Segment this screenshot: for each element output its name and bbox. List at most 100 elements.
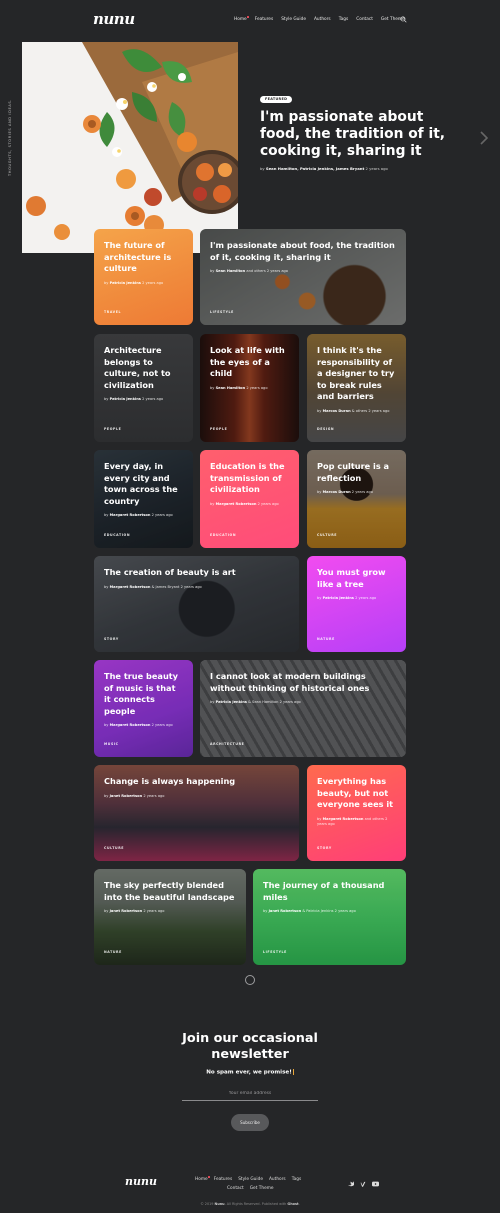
post-card-tag[interactable]: Design [317, 427, 334, 431]
nav-style-guide[interactable]: Style Guide [281, 17, 306, 22]
post-card-author[interactable]: Margaret Robertson [110, 585, 151, 589]
post-card[interactable]: Education is the transmission of civiliz… [200, 450, 299, 548]
copyright-brand[interactable]: Nunu [215, 1202, 225, 1206]
hero-image[interactable] [22, 42, 238, 253]
post-card[interactable]: Architecture belongs to culture, not to … [94, 334, 193, 442]
post-card-meta: by Margaret Robertson 2 years ago [104, 513, 173, 517]
nav-home[interactable]: Home [234, 16, 249, 22]
post-card-tag[interactable]: Music [104, 742, 119, 746]
post-card[interactable]: The future of architecture is culture by … [94, 229, 193, 325]
post-card-author[interactable]: Janet Robertson [110, 794, 143, 798]
post-card-title[interactable]: You must grow like a tree by Patricia Jen… [317, 567, 398, 601]
post-card-tag[interactable]: Nature [317, 637, 335, 641]
post-card-time: 2 years ago [257, 501, 279, 506]
post-card[interactable]: The journey of a thousand miles by Janet … [253, 869, 406, 965]
post-card[interactable]: The sky perfectly blended into the beaut… [94, 869, 246, 965]
footer-nav-style-guide[interactable]: Style Guide [238, 1177, 263, 1182]
post-card-title[interactable]: The sky perfectly blended into the beaut… [104, 880, 238, 914]
post-card-tag[interactable]: Architecture [210, 742, 244, 746]
post-card-tag[interactable]: Culture [317, 533, 337, 537]
post-card-author[interactable]: Margaret Robertson [110, 513, 151, 517]
footer-nav-home[interactable]: Home [195, 1176, 210, 1182]
hero-authors[interactable]: Sean Hamilton, Patricia Jenkins, James B… [266, 166, 364, 171]
post-card-tag[interactable]: Lifestyle [263, 950, 287, 954]
nav-features[interactable]: Features [255, 17, 273, 22]
post-card[interactable]: Change is always happening by Janet Rober… [94, 765, 299, 861]
footer-nav-authors[interactable]: Authors [269, 1177, 286, 1182]
post-card-title[interactable]: The future of architecture is culture by … [104, 240, 185, 286]
email-field[interactable] [182, 1087, 318, 1101]
footer-nav-tags[interactable]: Tags [292, 1177, 302, 1182]
post-card-tag[interactable]: Education [210, 533, 236, 537]
post-card[interactable]: I cannot look at modern buildings withou… [200, 660, 406, 757]
post-card-tag[interactable]: Culture [104, 846, 124, 850]
subscribe-button[interactable]: Subscribe [231, 1114, 269, 1131]
post-card[interactable]: Everything has beauty, but not everyone … [307, 765, 406, 861]
post-card-tag[interactable]: Education [104, 533, 130, 537]
hero-title[interactable]: I'm passionate about food, the tradition… [260, 109, 460, 160]
chevron-right-icon[interactable] [478, 131, 490, 145]
post-card-title[interactable]: I'm passionate about food, the tradition… [210, 240, 398, 274]
post-card-title[interactable]: Change is always happening by Janet Rober… [104, 776, 291, 799]
post-card[interactable]: I'm passionate about food, the tradition… [200, 229, 406, 325]
vimeo-icon[interactable] [360, 1181, 366, 1187]
post-card-title[interactable]: Architecture belongs to culture, not to … [104, 345, 185, 402]
post-card-time: & James Bryant 2 years ago [151, 584, 202, 589]
nav-tags[interactable]: Tags [339, 17, 349, 22]
twitter-icon[interactable] [348, 1181, 354, 1187]
footer-nav-contact[interactable]: Contact [227, 1186, 244, 1191]
post-card-tag[interactable]: Story [317, 846, 332, 850]
search-icon[interactable] [400, 16, 407, 23]
post-card-author[interactable]: Patricia Jenkins [110, 281, 141, 285]
post-card-tag[interactable]: People [104, 427, 121, 431]
youtube-icon[interactable] [372, 1181, 379, 1187]
post-card-title[interactable]: The creation of beauty is art by Margaret… [104, 567, 291, 590]
post-card-tag[interactable]: Nature [104, 950, 122, 954]
post-card-title[interactable]: I cannot look at modern buildings withou… [210, 671, 398, 705]
post-card[interactable]: You must grow like a tree by Patricia Jen… [307, 556, 406, 652]
post-card-title[interactable]: I think it's the responsibility of a des… [317, 345, 398, 414]
post-card[interactable]: I think it's the responsibility of a des… [307, 334, 406, 442]
load-more-icon[interactable] [245, 975, 255, 985]
nav-authors[interactable]: Authors [314, 17, 331, 22]
post-card-meta: by Janet Robertson & Patricia Jenkins 2 … [263, 909, 356, 913]
post-card-title[interactable]: Everything has beauty, but not everyone … [317, 776, 398, 827]
post-card-author[interactable]: Marcos Duran [323, 490, 351, 494]
post-card[interactable]: Pop culture is a reflection by Marcos Dur… [307, 450, 406, 548]
post-card-author[interactable]: Sean Hamilton [216, 386, 246, 390]
post-card[interactable]: Every day, in every city and town across… [94, 450, 193, 548]
post-card-title[interactable]: The true beauty of music is that it conn… [104, 671, 185, 728]
post-card-title[interactable]: Pop culture is a reflection by Marcos Dur… [317, 461, 398, 495]
post-card-title[interactable]: The journey of a thousand miles by Janet … [263, 880, 398, 914]
post-card-title[interactable]: Education is the transmission of civiliz… [210, 461, 291, 507]
post-card-title[interactable]: Look at life with the eyes of a child by … [210, 345, 291, 391]
post-card-tag[interactable]: Story [104, 637, 119, 641]
site-logo[interactable]: nunu [93, 10, 135, 28]
post-card[interactable]: Look at life with the eyes of a child by … [200, 334, 299, 442]
active-dot [247, 16, 249, 18]
post-card-author[interactable]: Janet Robertson [269, 909, 302, 913]
post-card-author[interactable]: Janet Robertson [110, 909, 143, 913]
footer-nav-get-theme[interactable]: Get Theme [250, 1186, 274, 1191]
post-card-author[interactable]: Marcos Duran [323, 409, 351, 413]
post-card-author[interactable]: Patricia Jenkins [110, 397, 141, 401]
post-card-author[interactable]: Patricia Jenkins [216, 700, 247, 704]
footer-nav-features[interactable]: Features [214, 1177, 232, 1182]
post-card-tag[interactable]: Travel [104, 310, 121, 314]
post-card-title[interactable]: Every day, in every city and town across… [104, 461, 185, 518]
post-card[interactable]: The true beauty of music is that it conn… [94, 660, 193, 757]
post-card-author[interactable]: Patricia Jenkins [323, 596, 354, 600]
post-card-author[interactable]: Margaret Robertson [110, 723, 151, 727]
ghost-link[interactable]: Ghost [287, 1202, 298, 1206]
post-card-author[interactable]: Margaret Robertson [216, 502, 257, 506]
post-card-time: 2 years ago [355, 596, 377, 600]
featured-badge[interactable]: FEATURED [260, 96, 293, 103]
post-card-tag[interactable]: Lifestyle [210, 310, 234, 314]
nav-contact[interactable]: Contact [356, 17, 373, 22]
post-card-author[interactable]: Margaret Robertson [323, 817, 364, 821]
post-card-tag[interactable]: People [210, 427, 227, 431]
post-card-author[interactable]: Sean Hamilton [216, 269, 246, 273]
site-description: Thoughts, stories and ideas. [8, 99, 12, 176]
post-card[interactable]: The creation of beauty is art by Margaret… [94, 556, 299, 652]
footer-logo[interactable]: nunu [125, 1175, 157, 1188]
